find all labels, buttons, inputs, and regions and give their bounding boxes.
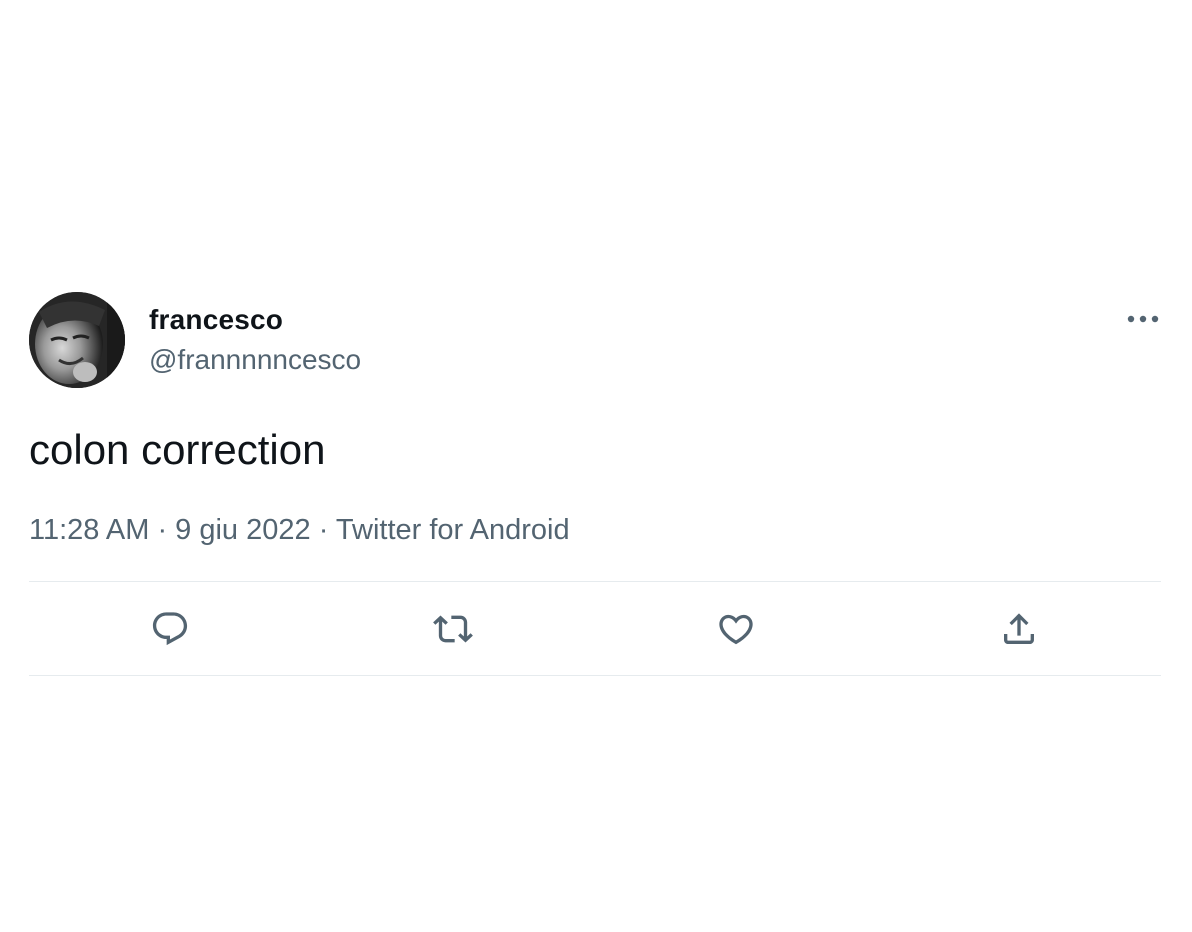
like-button[interactable] <box>706 599 766 659</box>
reply-button[interactable] <box>140 599 200 659</box>
author-names: francesco @frannnnncesco <box>149 302 361 378</box>
heart-icon <box>719 614 753 645</box>
tweet-source[interactable]: Twitter for Android <box>336 514 570 546</box>
share-icon <box>1004 613 1034 644</box>
avatar-photo <box>29 292 125 388</box>
author-display-name[interactable]: francesco <box>149 302 361 338</box>
more-horizontal-icon <box>1127 315 1159 323</box>
meta-separator: · <box>318 514 336 546</box>
author-handle[interactable]: @frannnnncesco <box>149 342 361 378</box>
retweet-button[interactable] <box>423 599 483 659</box>
avatar[interactable] <box>29 292 125 388</box>
reply-icon <box>152 612 188 646</box>
divider <box>29 675 1161 676</box>
retweet-icon <box>433 615 473 643</box>
tweet-header: francesco @frannnnncesco <box>29 292 1161 390</box>
tweet-time[interactable]: 11:28 AM <box>29 514 149 546</box>
share-button[interactable] <box>989 599 1049 659</box>
tweet-actions <box>29 582 1161 675</box>
tweet-meta: 11:28 AM · 9 giu 2022 · Twitter for Andr… <box>29 510 570 550</box>
tweet-text: colon correction <box>29 426 326 473</box>
meta-separator: · <box>157 514 176 546</box>
more-options-button[interactable] <box>1125 306 1161 332</box>
tweet-card: francesco @frannnnncesco colon correctio… <box>29 292 1161 676</box>
tweet-date[interactable]: 9 giu 2022 <box>175 514 310 546</box>
